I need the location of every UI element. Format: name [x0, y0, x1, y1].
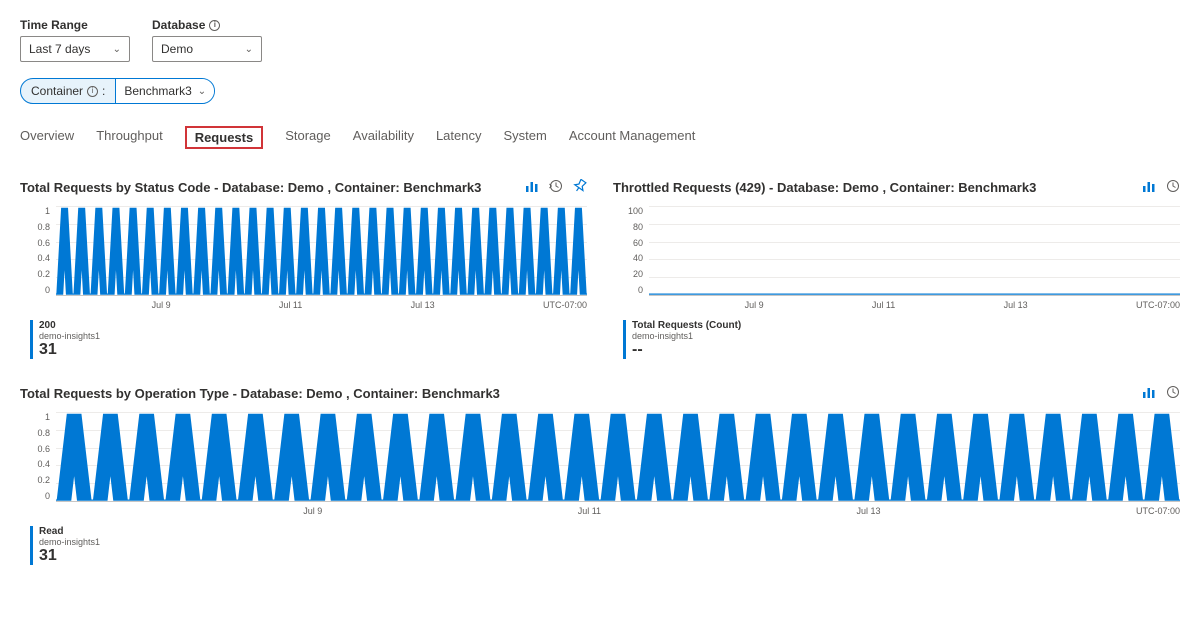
- chart1-legend-item: 200 demo-insights1 31: [30, 320, 100, 359]
- chart3-y-axis: 1 0.8 0.6 0.4 0.2 0: [20, 412, 54, 502]
- chart-throttled: Throttled Requests (429) - Database: Dem…: [613, 179, 1180, 359]
- pin-icon[interactable]: [573, 179, 587, 196]
- bar-chart-icon[interactable]: [525, 179, 539, 196]
- history-icon[interactable]: [549, 179, 563, 196]
- tab-system[interactable]: System: [504, 126, 547, 149]
- database-value: Demo: [161, 42, 193, 56]
- chart3-plot: 1 0.8 0.6 0.4 0.2 0 Jul 9 Jul 11 Jul 13 …: [20, 412, 1180, 516]
- chart1-x-axis: Jul 9 Jul 11 Jul 13 UTC-07:00: [56, 296, 587, 310]
- tab-storage[interactable]: Storage: [285, 126, 331, 149]
- container-pill[interactable]: Container i : Benchmark3 ⌄: [20, 78, 215, 104]
- chart-status-code: Total Requests by Status Code - Database…: [20, 179, 587, 359]
- chart3-legend-item: Read demo-insights1 31: [30, 526, 100, 565]
- chart2-legend: Total Requests (Count) demo-insights1 --: [623, 320, 1180, 359]
- time-range-label: Time Range: [20, 18, 130, 32]
- time-range-value: Last 7 days: [29, 42, 90, 56]
- container-pill-row: Container i : Benchmark3 ⌄: [20, 78, 1180, 104]
- container-value: Benchmark3: [124, 84, 191, 98]
- chart1-title: Total Requests by Status Code - Database…: [20, 180, 481, 195]
- chart2-legend-item: Total Requests (Count) demo-insights1 --: [623, 320, 741, 359]
- history-icon[interactable]: [1166, 385, 1180, 402]
- chevron-down-icon: ⌄: [198, 86, 206, 97]
- chart1-toolbar: [525, 179, 587, 196]
- container-pill-select[interactable]: Benchmark3 ⌄: [115, 79, 214, 103]
- chart2-plot-area: [649, 206, 1180, 296]
- chart2-toolbar: [1142, 179, 1180, 196]
- chart3-title: Total Requests by Operation Type - Datab…: [20, 386, 500, 401]
- tab-requests[interactable]: Requests: [185, 126, 264, 149]
- chart3-toolbar: [1142, 385, 1180, 402]
- bar-chart-icon[interactable]: [1142, 385, 1156, 402]
- chart3-plot-area: [56, 412, 1180, 502]
- container-pill-label: Container i :: [21, 84, 115, 98]
- tab-account-management[interactable]: Account Management: [569, 126, 695, 149]
- database-filter: Database i Demo ⌄: [152, 18, 262, 62]
- chevron-down-icon: ⌄: [245, 44, 253, 55]
- filters-row: Time Range Last 7 days ⌄ Database i Demo…: [20, 18, 1180, 62]
- chart2-x-axis: Jul 9 Jul 11 Jul 13 UTC-07:00: [649, 296, 1180, 310]
- history-icon[interactable]: [1166, 179, 1180, 196]
- bar-chart-icon[interactable]: [1142, 179, 1156, 196]
- time-range-filter: Time Range Last 7 days ⌄: [20, 18, 130, 62]
- chart1-plot: 1 0.8 0.6 0.4 0.2 0 Jul 9 Jul 11 Jul 13 …: [20, 206, 587, 310]
- info-icon[interactable]: i: [87, 86, 98, 97]
- database-select[interactable]: Demo ⌄: [152, 36, 262, 62]
- chart-operation-type: Total Requests by Operation Type - Datab…: [20, 385, 1180, 565]
- chart1-series: [56, 206, 587, 295]
- chart2-plot: 100 80 60 40 20 0 Jul 9 Jul 11 Jul: [613, 206, 1180, 310]
- database-label: Database i: [152, 18, 262, 32]
- chart2-title: Throttled Requests (429) - Database: Dem…: [613, 180, 1036, 195]
- tab-availability[interactable]: Availability: [353, 126, 414, 149]
- time-range-select[interactable]: Last 7 days ⌄: [20, 36, 130, 62]
- chevron-down-icon: ⌄: [113, 44, 121, 55]
- charts-top-row: Total Requests by Status Code - Database…: [20, 179, 1180, 359]
- tab-latency[interactable]: Latency: [436, 126, 482, 149]
- chart3-series: [56, 412, 1180, 501]
- chart1-y-axis: 1 0.8 0.6 0.4 0.2 0: [20, 206, 54, 296]
- info-icon[interactable]: i: [209, 20, 220, 31]
- chart3-legend: Read demo-insights1 31: [30, 526, 1180, 565]
- chart1-legend: 200 demo-insights1 31: [30, 320, 587, 359]
- tabs: Overview Throughput Requests Storage Ava…: [20, 126, 1180, 149]
- tab-overview[interactable]: Overview: [20, 126, 74, 149]
- chart3-x-axis: Jul 9 Jul 11 Jul 13 UTC-07:00: [56, 502, 1180, 516]
- chart1-plot-area: [56, 206, 587, 296]
- chart2-y-axis: 100 80 60 40 20 0: [613, 206, 647, 296]
- chart2-series: [649, 206, 1180, 295]
- tab-throughput[interactable]: Throughput: [96, 126, 163, 149]
